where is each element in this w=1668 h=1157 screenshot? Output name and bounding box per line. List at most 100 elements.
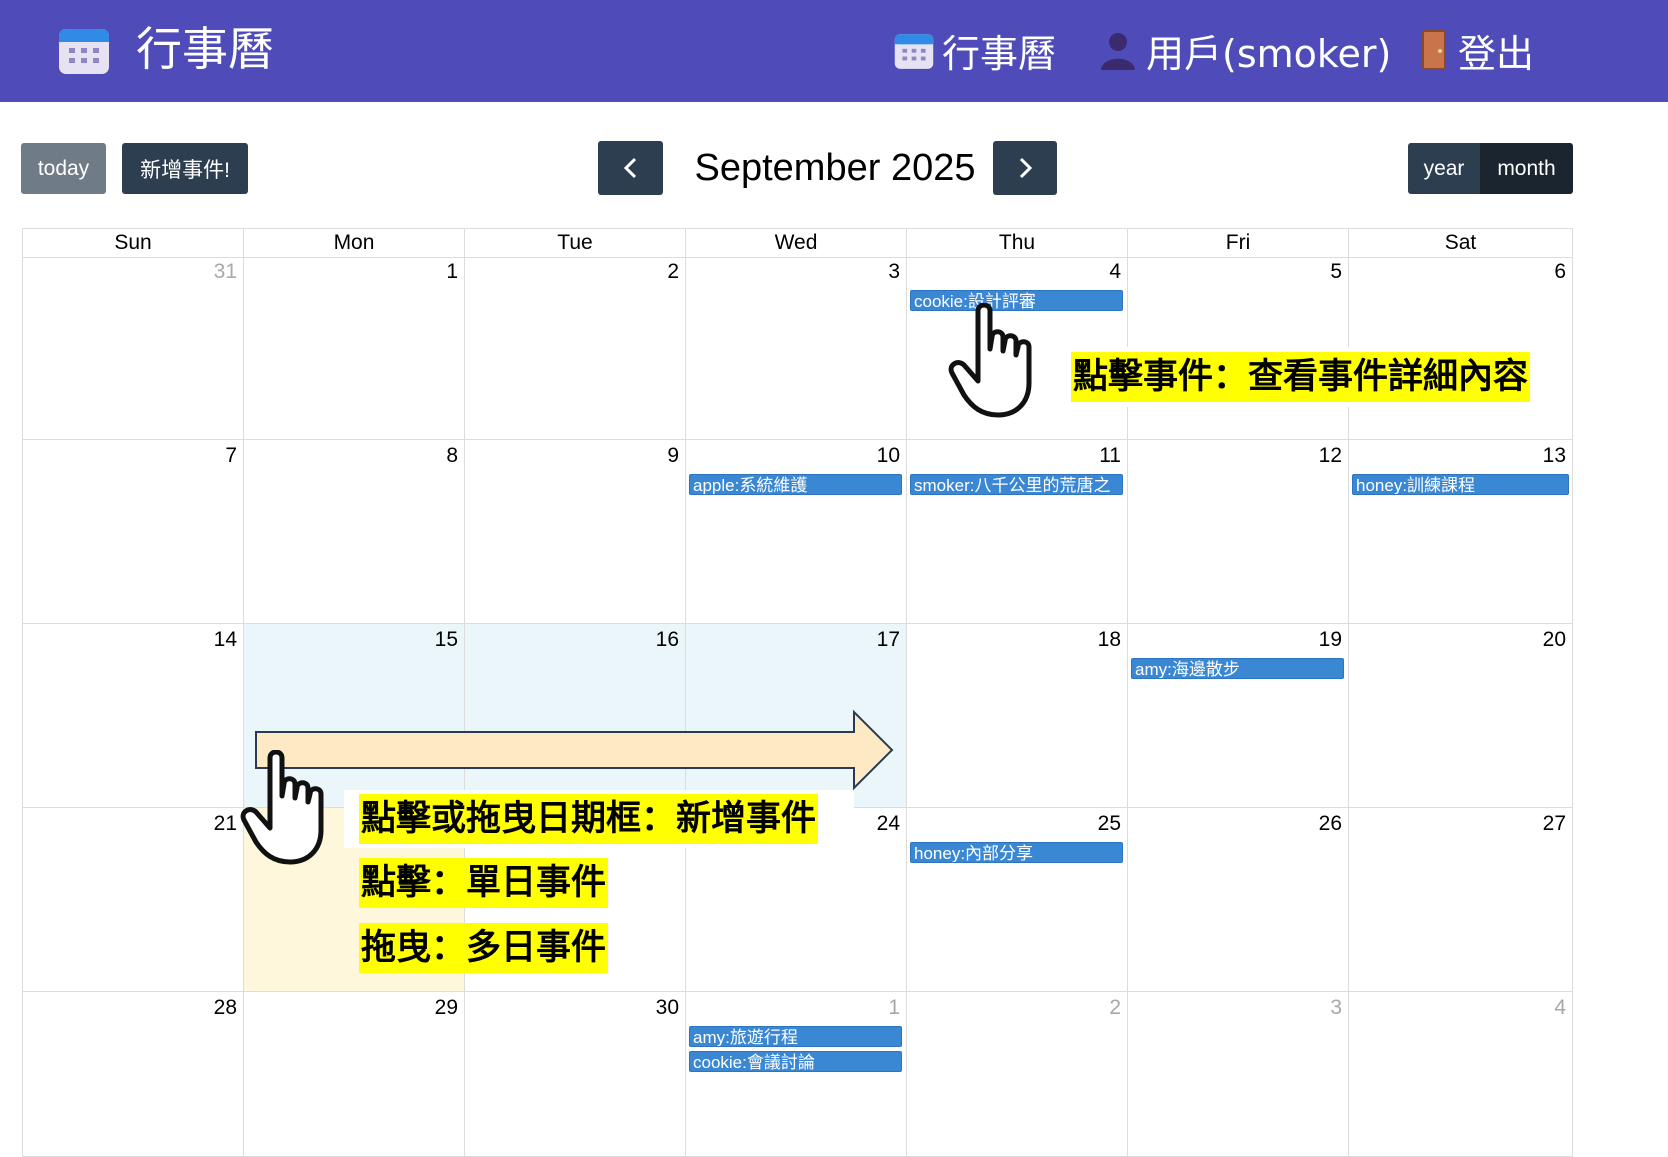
- day-number[interactable]: 6: [1554, 260, 1566, 284]
- day-number[interactable]: 17: [877, 628, 900, 652]
- nav-logout-link[interactable]: 登出: [1420, 20, 1534, 80]
- day-number[interactable]: 27: [1543, 812, 1566, 836]
- calendar-event[interactable]: smoker:八千公里的荒唐之: [910, 474, 1123, 495]
- hand-pointer-icon: [948, 303, 1032, 418]
- annotation-click-drag-date: 點擊或拖曳日期框：新增事件: [359, 794, 819, 844]
- day-number[interactable]: 29: [435, 996, 458, 1020]
- calendar-event[interactable]: honey:內部分享: [910, 842, 1123, 863]
- app-title[interactable]: 行事曆: [136, 14, 274, 84]
- calendar-event[interactable]: cookie:會議討論: [689, 1051, 902, 1072]
- day-cell[interactable]: 1: [243, 256, 464, 440]
- weekday-header: Sun Mon Tue Wed Thu Fri Sat: [22, 228, 1573, 258]
- day-cell[interactable]: 27: [1348, 808, 1573, 992]
- day-number[interactable]: 15: [435, 628, 458, 652]
- day-cell[interactable]: 18: [906, 624, 1127, 808]
- calendar-icon: [894, 34, 934, 69]
- prev-month-button[interactable]: [598, 141, 663, 195]
- day-cell[interactable]: 8: [243, 440, 464, 624]
- day-cell[interactable]: 25: [906, 808, 1127, 992]
- day-number[interactable]: 24: [877, 812, 900, 836]
- door-icon: [1422, 30, 1446, 70]
- calendar-event[interactable]: apple:系統維護: [689, 474, 902, 495]
- day-cell[interactable]: 28: [22, 992, 243, 1157]
- day-cell[interactable]: 11: [906, 440, 1127, 624]
- nav-calendar-link[interactable]: 行事曆: [894, 20, 1056, 80]
- day-number[interactable]: 26: [1319, 812, 1342, 836]
- day-number[interactable]: 9: [667, 444, 679, 468]
- day-number[interactable]: 2: [1109, 996, 1121, 1020]
- day-cell[interactable]: 10: [685, 440, 906, 624]
- day-cell[interactable]: 3: [1127, 992, 1348, 1157]
- day-number[interactable]: 25: [1098, 812, 1121, 836]
- weekday-header-tue: Tue: [464, 229, 685, 257]
- day-number[interactable]: 3: [1330, 996, 1342, 1020]
- add-event-button[interactable]: 新增事件!: [122, 143, 248, 194]
- day-cell[interactable]: 1: [685, 992, 906, 1157]
- hand-pointer-icon: [240, 750, 324, 865]
- day-cell[interactable]: 12: [1127, 440, 1348, 624]
- day-cell[interactable]: 3: [685, 256, 906, 440]
- day-number[interactable]: 31: [214, 260, 237, 284]
- weekday-header-mon: Mon: [243, 229, 464, 257]
- calendar-event[interactable]: amy:旅遊行程: [689, 1026, 902, 1047]
- calendar-title: September 2025: [694, 147, 976, 189]
- day-number[interactable]: 18: [1098, 628, 1121, 652]
- user-icon: [1101, 33, 1135, 70]
- chevron-right-icon: [1019, 157, 1033, 179]
- nav-user-link[interactable]: 用戶(smoker): [1098, 20, 1391, 80]
- day-cell[interactable]: 26: [1127, 808, 1348, 992]
- day-cell[interactable]: 31: [22, 256, 243, 440]
- day-cell[interactable]: 4: [1348, 992, 1573, 1157]
- day-number[interactable]: 4: [1554, 996, 1566, 1020]
- nav-calendar-label: 行事曆: [942, 31, 1057, 76]
- day-cell[interactable]: 2: [906, 992, 1127, 1157]
- day-number[interactable]: 16: [656, 628, 679, 652]
- annotation-click-single: 點擊：單日事件: [359, 858, 609, 908]
- day-cell[interactable]: 2: [464, 256, 685, 440]
- view-month-button[interactable]: month: [1480, 143, 1573, 194]
- nav-logout-label: 登出: [1458, 31, 1535, 76]
- day-cell[interactable]: 29: [243, 992, 464, 1157]
- day-number[interactable]: 30: [656, 996, 679, 1020]
- weekday-header-wed: Wed: [685, 229, 906, 257]
- today-button[interactable]: today: [21, 143, 106, 194]
- day-number[interactable]: 13: [1543, 444, 1566, 468]
- nav-user-label: 用戶(smoker): [1146, 31, 1392, 76]
- day-cell[interactable]: 7: [22, 440, 243, 624]
- annotation-drag-multi: 拖曳：多日事件: [359, 923, 609, 973]
- day-number[interactable]: 1: [446, 260, 458, 284]
- day-number[interactable]: 19: [1319, 628, 1342, 652]
- day-cell[interactable]: 19: [1127, 624, 1348, 808]
- annotation-click-event: 點擊事件：查看事件詳細內容: [1071, 352, 1531, 402]
- day-number[interactable]: 14: [214, 628, 237, 652]
- day-number[interactable]: 1: [888, 996, 900, 1020]
- top-navbar: 行事曆 行事曆 用戶(smoker) 登出: [0, 0, 1668, 102]
- day-number[interactable]: 10: [877, 444, 900, 468]
- day-number[interactable]: 8: [446, 444, 458, 468]
- calendar-event[interactable]: amy:海邊散步: [1131, 658, 1344, 679]
- drag-arrow-illustration: [255, 709, 894, 791]
- day-number[interactable]: 3: [888, 260, 900, 284]
- next-month-button[interactable]: [993, 141, 1057, 195]
- view-year-button[interactable]: year: [1408, 143, 1480, 194]
- day-number[interactable]: 20: [1543, 628, 1566, 652]
- day-number[interactable]: 21: [214, 812, 237, 836]
- day-number[interactable]: 2: [667, 260, 679, 284]
- day-number[interactable]: 4: [1109, 260, 1121, 284]
- day-number[interactable]: 11: [1099, 444, 1121, 468]
- day-cell[interactable]: 13: [1348, 440, 1573, 624]
- day-number[interactable]: 12: [1319, 444, 1342, 468]
- day-cell[interactable]: 30: [464, 992, 685, 1157]
- day-cell[interactable]: 20: [1348, 624, 1573, 808]
- chevron-left-icon: [623, 157, 636, 179]
- weekday-header-thu: Thu: [906, 229, 1127, 257]
- day-cell[interactable]: 21: [22, 808, 243, 992]
- day-number[interactable]: 5: [1330, 260, 1342, 284]
- day-cell[interactable]: 9: [464, 440, 685, 624]
- day-number[interactable]: 7: [225, 444, 237, 468]
- weekday-header-fri: Fri: [1127, 229, 1348, 257]
- day-cell[interactable]: 14: [22, 624, 243, 808]
- calendar-event[interactable]: honey:訓練課程: [1352, 474, 1569, 495]
- weekday-header-sun: Sun: [22, 229, 243, 257]
- day-number[interactable]: 28: [214, 996, 237, 1020]
